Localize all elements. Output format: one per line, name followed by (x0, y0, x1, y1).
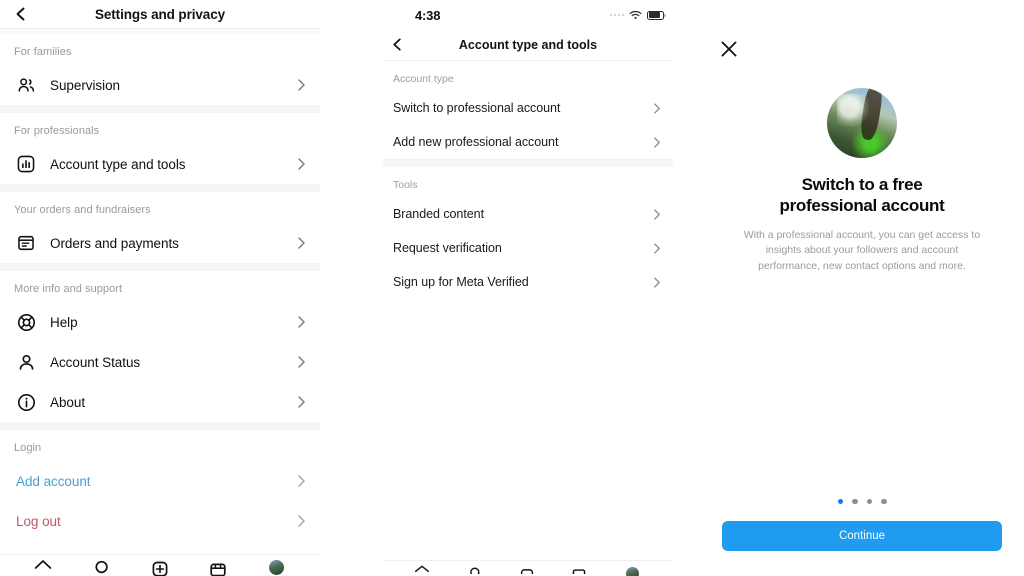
status-bar: 4:38 (383, 0, 673, 30)
sidebar-item-orders-and-payments[interactable]: Orders and payments (0, 223, 320, 263)
create-plus-icon[interactable] (518, 556, 538, 576)
search-icon[interactable] (92, 556, 112, 576)
profile-avatar-icon[interactable] (267, 556, 287, 576)
chevron-right-icon (653, 242, 661, 255)
sidebar-item-account-status[interactable]: Account Status (0, 342, 320, 382)
bar-chart-square-icon (16, 154, 36, 174)
chevron-right-icon (653, 276, 661, 289)
section-label-for-families: For families (14, 46, 72, 58)
menu-item-label: Add new professional account (393, 135, 559, 149)
menu-item-label: Branded content (393, 207, 484, 221)
section-gap (383, 160, 673, 167)
menu-item-label: Switch to professional account (393, 101, 561, 115)
home-icon[interactable] (413, 556, 433, 576)
section-label-login: Login (14, 442, 42, 454)
account-type-and-tools-panel: 4:38 Account type and tools Account type… (383, 0, 673, 576)
section-label-for-professionals: For professionals (14, 125, 100, 137)
sidebar-item-label: Orders and payments (50, 235, 179, 251)
section-label-account-type: Account type (393, 73, 454, 85)
search-icon[interactable] (466, 556, 486, 576)
pagination-dot-3[interactable] (866, 498, 872, 504)
status-bar-indicators (609, 10, 667, 20)
section-divider (0, 263, 320, 271)
sidebar-item-supervision[interactable]: Supervision (0, 65, 320, 105)
home-icon[interactable] (33, 556, 53, 576)
chevron-right-icon (653, 136, 661, 149)
sidebar-item-account-type-and-tools[interactable]: Account type and tools (0, 144, 320, 184)
status-bar-time: 4:38 (415, 7, 441, 23)
chevron-right-icon (297, 315, 306, 329)
sidebar-item-label: Help (50, 314, 78, 330)
section-label-more-info: More info and support (14, 283, 123, 295)
section-divider (0, 184, 320, 192)
profile-avatar-icon[interactable] (623, 556, 643, 576)
menu-item-label: Request verification (393, 241, 502, 255)
settings-and-privacy-panel: Settings and privacy For families Superv… (0, 0, 320, 576)
mid-bottom-navigation (383, 560, 673, 576)
left-panel-header: Settings and privacy (0, 0, 320, 28)
avatar (626, 567, 640, 576)
pagination-dots (700, 498, 1024, 504)
mid-panel-header: Account type and tools (383, 30, 673, 60)
chevron-right-icon (653, 102, 661, 115)
lifebuoy-icon (16, 312, 36, 332)
sidebar-item-label: Account type and tools (50, 156, 186, 172)
wifi-icon (629, 10, 642, 20)
pagination-dot-1[interactable] (837, 498, 843, 504)
reels-shop-icon[interactable] (570, 556, 590, 576)
battery-icon (647, 10, 667, 20)
continue-button[interactable]: Continue (722, 521, 1002, 551)
back-chevron-icon[interactable] (14, 7, 28, 21)
sidebar-item-add-account[interactable]: Add account (0, 461, 320, 501)
chevron-right-icon (297, 355, 306, 369)
sidebar-item-label: Supervision (50, 77, 120, 93)
sidebar-item-help[interactable]: Help (0, 302, 320, 342)
chevron-right-icon (297, 78, 306, 92)
chevron-right-icon (653, 208, 661, 221)
menu-item-switch-to-professional-account[interactable]: Switch to professional account (383, 91, 673, 125)
chevron-right-icon (297, 514, 306, 528)
section-divider (0, 422, 320, 430)
left-bottom-navigation (0, 554, 320, 576)
people-supervision-icon (16, 75, 36, 95)
sidebar-item-log-out[interactable]: Log out (0, 501, 320, 541)
menu-item-add-new-professional-account[interactable]: Add new professional account (383, 125, 673, 159)
page-title: Settings and privacy (94, 6, 226, 22)
profile-photo-avatar (827, 88, 897, 158)
sidebar-item-about[interactable]: About (0, 382, 320, 422)
dialog-body: Switch to a free professional account Wi… (700, 0, 1024, 274)
chevron-right-icon (297, 157, 306, 171)
page-title: Account type and tools (458, 38, 598, 52)
receipt-box-icon (16, 233, 36, 253)
dialog-description: With a professional account, you can get… (743, 228, 981, 272)
avatar (269, 560, 285, 575)
screenshot-root: Settings and privacy For families Superv… (0, 0, 1024, 576)
chevron-right-icon (297, 395, 306, 409)
dialog-title-line-2: professional account (779, 196, 945, 216)
chevron-right-icon (297, 474, 306, 488)
sidebar-item-label: Account Status (50, 354, 141, 370)
create-plus-icon[interactable] (150, 556, 170, 576)
reels-shop-icon[interactable] (208, 556, 228, 576)
dialog-title-line-1: Switch to a free (801, 175, 923, 194)
pagination-dot-2[interactable] (852, 498, 858, 504)
signal-dots-icon (609, 13, 624, 17)
info-circle-icon (16, 392, 36, 412)
menu-item-request-verification[interactable]: Request verification (383, 231, 673, 265)
section-label-tools: Tools (393, 179, 418, 191)
sidebar-item-label: Add account (16, 473, 91, 489)
chevron-right-icon (297, 236, 306, 250)
menu-item-sign-up-for-meta-verified[interactable]: Sign up for Meta Verified (383, 265, 673, 299)
back-chevron-icon[interactable] (391, 38, 405, 52)
section-label-your-orders: Your orders and fundraisers (14, 204, 151, 216)
menu-item-label: Sign up for Meta Verified (393, 275, 529, 289)
sidebar-item-label: About (50, 394, 86, 410)
menu-item-branded-content[interactable]: Branded content (383, 197, 673, 231)
section-divider (0, 105, 320, 113)
dialog-title: Switch to a free professional account (780, 174, 945, 217)
sidebar-item-label: Log out (16, 513, 61, 529)
person-icon (16, 352, 36, 372)
switch-to-professional-account-dialog: Switch to a free professional account Wi… (700, 0, 1024, 576)
pagination-dot-4[interactable] (881, 498, 887, 504)
